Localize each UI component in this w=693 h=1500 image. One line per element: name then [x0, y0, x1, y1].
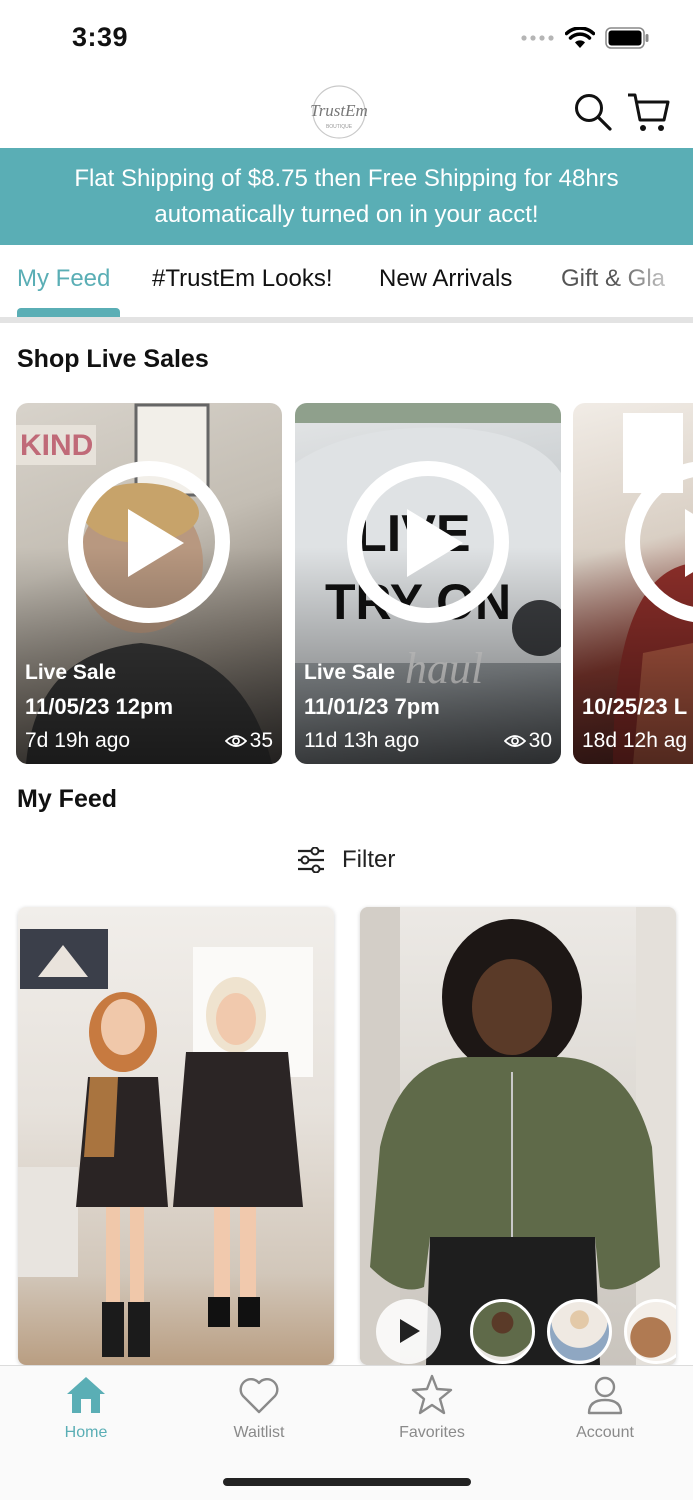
nav-waitlist[interactable]: Waitlist: [199, 1372, 319, 1452]
filter-button[interactable]: Filter: [296, 846, 395, 874]
status-bar: 3:39: [0, 0, 693, 78]
view-count: 35: [249, 729, 273, 752]
live-sale-ago: 11d 13h ago: [304, 729, 420, 752]
nav-favorites[interactable]: Favorites: [372, 1372, 492, 1452]
live-sales-title: Shop Live Sales: [17, 345, 209, 373]
status-time: 3:39: [72, 22, 129, 52]
nav-waitlist-label: Waitlist: [233, 1424, 285, 1441]
category-tabs: My Feed #TrustEm Looks! New Arrivals Gif…: [0, 245, 693, 321]
tabs-fade: [613, 245, 693, 315]
tabs-divider: [0, 317, 693, 323]
live-sale-date: 11/01/23 7pm: [304, 694, 440, 719]
live-sale-ago: 18d 12h ag: [582, 729, 688, 752]
svg-text:BOUTIQUE: BOUTIQUE: [326, 124, 353, 130]
active-tab-indicator: [17, 308, 120, 317]
nav-account[interactable]: Account: [545, 1372, 665, 1452]
shipping-promo-banner[interactable]: Flat Shipping of $8.75 then Free Shippin…: [0, 148, 693, 245]
trustem-logo[interactable]: TrustEm BOUTIQUE: [303, 84, 375, 140]
live-sale-card[interactable]: 10/25/23 L 18d 12h ag: [573, 403, 693, 764]
play-icon: [407, 509, 463, 577]
product-card[interactable]: [18, 907, 334, 1365]
nav-home-label: Home: [64, 1424, 108, 1441]
nav-favorites-label: Favorites: [399, 1424, 465, 1441]
app-header: TrustEm BOUTIQUE: [0, 78, 693, 148]
product-image: [360, 907, 676, 1365]
variant-thumbnail[interactable]: [470, 1299, 535, 1364]
product-card[interactable]: [360, 907, 676, 1365]
live-sale-views: 30: [503, 729, 552, 753]
play-icon: [685, 509, 693, 577]
banner-text: Flat Shipping of $8.75 then Free Shippin…: [74, 164, 619, 228]
live-sale-ago: 7d 19h ago: [25, 729, 131, 752]
filter-label: Filter: [342, 846, 396, 873]
svg-text:TrustEm: TrustEm: [310, 101, 368, 120]
svg-text:KIND: KIND: [20, 429, 93, 462]
nav-account-label: Account: [576, 1424, 634, 1441]
tab-my-feed[interactable]: My Feed: [17, 265, 110, 293]
tab-new-arrivals[interactable]: New Arrivals: [379, 265, 512, 293]
tab-trustem-looks[interactable]: #TrustEm Looks!: [152, 265, 333, 293]
nav-home[interactable]: Home: [26, 1372, 146, 1452]
signal-icon: [521, 35, 554, 41]
search-icon[interactable]: [573, 92, 613, 132]
view-count: 30: [528, 729, 552, 752]
status-icons: [521, 27, 649, 49]
play-icon: [128, 509, 184, 577]
home-icon: [67, 1377, 105, 1413]
live-sale-views: 35: [224, 729, 273, 753]
eye-icon: [224, 735, 247, 747]
live-sale-date: 11/05/23 12pm: [25, 694, 174, 719]
sliders-icon: [298, 847, 324, 873]
live-sale-label: Live Sale: [304, 661, 396, 684]
live-sale-label: Live Sale: [25, 661, 117, 684]
live-sale-card[interactable]: KIND Live Sale 11/05/23 12pm 7d 19h ago …: [16, 403, 282, 764]
variant-thumbnail[interactable]: [547, 1299, 612, 1364]
live-sale-date: 10/25/23 L: [582, 694, 688, 719]
feed-title: My Feed: [17, 785, 118, 813]
product-image: [18, 929, 313, 1357]
home-indicator: [223, 1478, 471, 1486]
user-icon: [587, 1376, 623, 1415]
wifi-icon: [565, 27, 595, 48]
eye-icon: [503, 735, 526, 747]
live-sale-card[interactable]: LIVE TRY ON haul Live Sale 11/01/23 7pm …: [295, 403, 561, 764]
star-icon: [411, 1374, 453, 1415]
battery-icon: [605, 27, 649, 49]
cart-icon[interactable]: [626, 90, 670, 134]
heart-icon: [239, 1378, 279, 1414]
video-play-button[interactable]: [376, 1299, 441, 1364]
